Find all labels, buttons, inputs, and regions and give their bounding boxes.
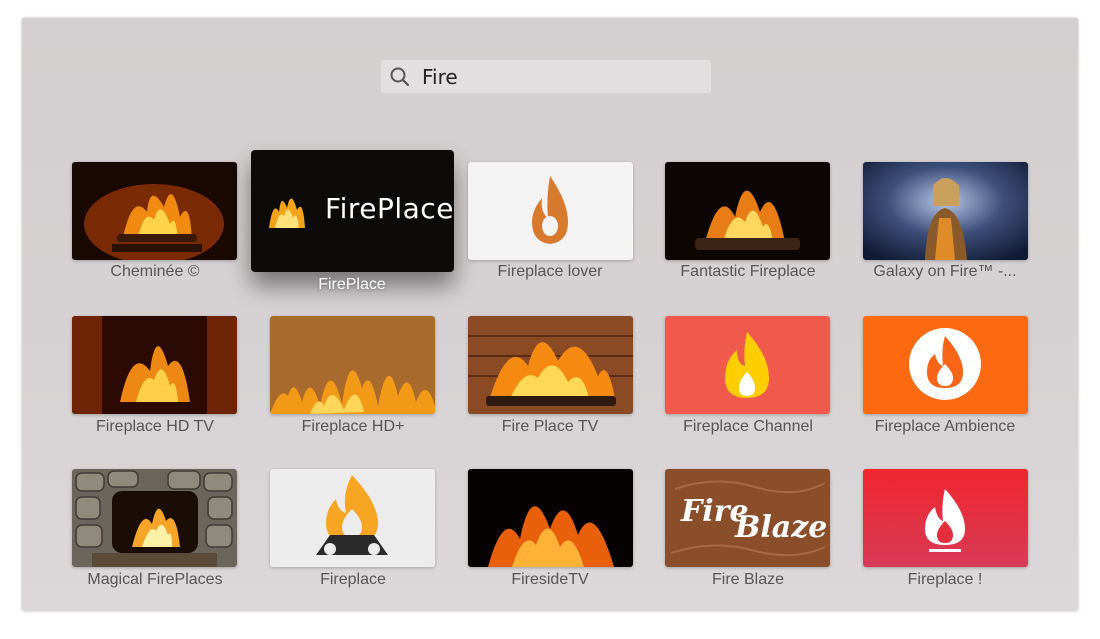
search-query[interactable]: Fire: [422, 65, 458, 89]
red-flame-icon: [863, 469, 1028, 567]
app-label: Fireplace HD+: [301, 418, 405, 435]
app-tile-fantastic-fireplace[interactable]: [665, 162, 830, 260]
fireplace-logs-art: [72, 162, 237, 260]
fire-blaze-logo: Fire Blaze: [665, 469, 830, 567]
app-label: Fire Place TV: [501, 418, 599, 435]
hd-fire-art: [72, 316, 237, 414]
app-tile-fireplace-hd-plus[interactable]: [270, 316, 435, 414]
campfire-icon: [270, 469, 435, 567]
app-label: Fireplace Channel: [683, 418, 813, 435]
app-tile-magical-fireplaces[interactable]: [72, 469, 237, 567]
app-tile-fireplace-campfire[interactable]: [270, 469, 435, 567]
app-tile-galaxy-on-fire[interactable]: [863, 162, 1028, 260]
app-tile-cheminee[interactable]: [72, 162, 237, 260]
app-tile-fireplace-channel[interactable]: [665, 316, 830, 414]
app-tile-fire-place-tv[interactable]: [468, 316, 633, 414]
app-label: Fireplace: [320, 571, 386, 588]
app-tile-fireplace-exclaim[interactable]: [863, 469, 1028, 567]
hd-plus-art: [270, 316, 435, 414]
app-tile-fireplace-focused[interactable]: FirePlace: [251, 150, 454, 272]
ambience-flame-icon: [863, 316, 1028, 414]
app-label: Fire Blaze: [711, 571, 785, 588]
app-tile-fireplace-hd-tv[interactable]: [72, 316, 237, 414]
app-tile-fireplace-lover[interactable]: [468, 162, 633, 260]
stone-fire-art: [72, 469, 237, 567]
app-label: Fantastic Fireplace: [680, 263, 816, 280]
brick-fire-art: [468, 316, 633, 414]
app-label: Galaxy on Fire™ -...: [873, 263, 1017, 280]
app-label: Fireplace lover: [497, 263, 603, 280]
channel-flame-icon: [665, 316, 830, 414]
search-icon: [390, 67, 410, 87]
search-field[interactable]: Fire: [381, 60, 711, 93]
fireside-art: [468, 469, 633, 567]
svg-text:Blaze: Blaze: [734, 510, 827, 545]
tv-screen: Fire Cheminée © FirePlace FirePlace Fire…: [22, 18, 1078, 611]
app-label: Fireplace Ambience: [874, 418, 1016, 435]
galaxy-art: [863, 162, 1028, 260]
drop-flame-icon: [468, 162, 633, 260]
app-tile-firesidetv[interactable]: [468, 469, 633, 567]
app-label: Cheminée ©: [110, 263, 200, 280]
fireplace-logo-text: FirePlace: [325, 192, 454, 225]
app-label: Magical FirePlaces: [87, 571, 223, 588]
app-label: Fireplace HD TV: [96, 418, 214, 435]
app-tile-fire-blaze[interactable]: Fire Blaze: [665, 469, 830, 567]
app-label-focused: FirePlace: [318, 276, 386, 293]
app-tile-fireplace-ambience[interactable]: [863, 316, 1028, 414]
logs-fire-art: [665, 162, 830, 260]
app-label: Fireplace !: [907, 571, 983, 588]
app-label: FiresideTV: [511, 571, 589, 588]
